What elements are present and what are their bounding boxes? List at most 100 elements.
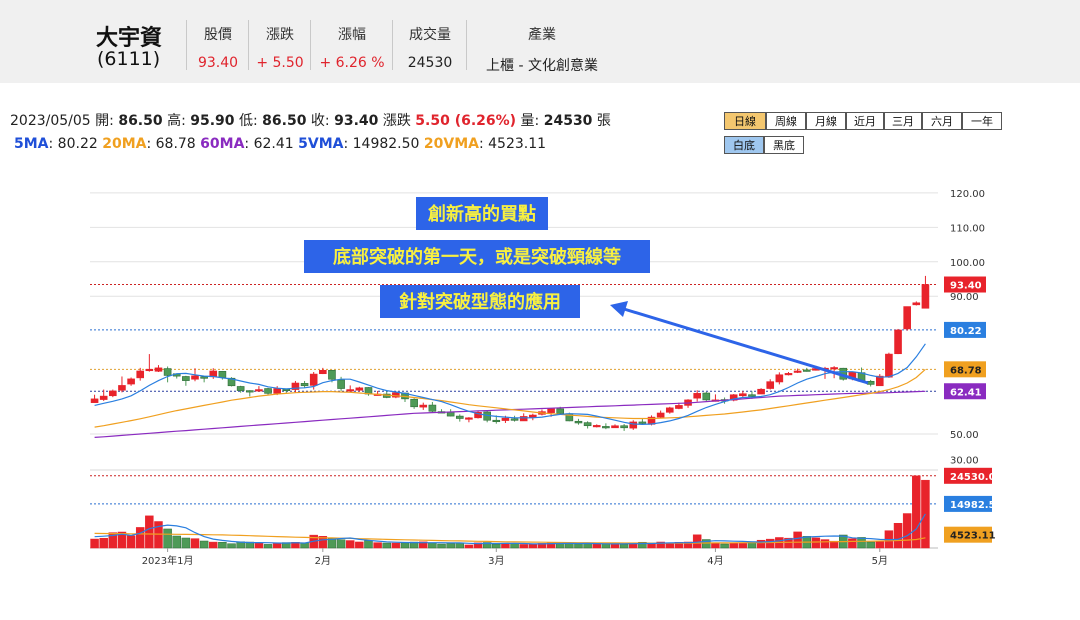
volume-bar: [135, 527, 145, 549]
candle-body: [109, 390, 117, 397]
candle-body: [903, 306, 911, 330]
volume-bar: [209, 541, 218, 549]
volume-bar: [875, 541, 885, 549]
annotations: 創新高的買點 底部突破的第一天，或是突破頸線等 針對突破型態的應用: [304, 197, 869, 385]
value-tag-text: 93.40: [950, 281, 982, 292]
candle-body: [885, 353, 893, 378]
volume-bar: [428, 542, 437, 549]
volume-bar: [145, 515, 154, 549]
candle-body: [255, 389, 263, 392]
candle-body: [830, 367, 838, 370]
volume-bar: [866, 541, 875, 549]
volume-bar: [254, 542, 264, 549]
volume-bar: [464, 544, 474, 549]
candle-body: [218, 371, 227, 378]
candle-body: [319, 369, 327, 375]
annotation-text-1: 創新高的買點: [427, 203, 536, 225]
volume-bar: [528, 544, 538, 549]
candle-body: [638, 421, 647, 424]
volume-bar: [455, 542, 465, 549]
volume-bar: [510, 543, 519, 549]
candle-body: [775, 374, 784, 383]
candle-body: [163, 368, 172, 376]
price-tick-label: 100.00: [950, 258, 985, 269]
candle-body: [355, 387, 364, 391]
x-tick-label: 3月: [488, 555, 504, 567]
volume-bar: [765, 538, 775, 549]
candle-body: [465, 417, 473, 420]
volume-bar: [391, 542, 401, 549]
volume-bar: [665, 542, 675, 549]
candle-body: [629, 421, 638, 429]
volume-bar: [355, 541, 364, 549]
x-tick-label: 2023年1月: [142, 554, 194, 567]
candle-body: [547, 408, 555, 413]
volume-bar: [912, 475, 921, 549]
volume-tick-label: 30.00: [950, 456, 979, 467]
value-tag-text: 62.41: [950, 387, 982, 398]
candle-body: [154, 367, 163, 372]
volume-bar: [99, 537, 108, 549]
candle-body: [665, 407, 674, 413]
candle-body: [419, 404, 428, 408]
candle-body: [90, 398, 99, 403]
volume-bar: [793, 531, 802, 549]
annotation-text-2: 底部突破的第一天，或是突破頸線等: [333, 246, 621, 268]
candle-body: [766, 381, 775, 389]
x-tick-label: 4月: [707, 555, 723, 567]
volume-bar: [902, 513, 912, 549]
candle-body: [757, 388, 765, 395]
volume-bar: [336, 539, 346, 549]
volume-bar: [345, 540, 355, 549]
candle-body: [136, 370, 145, 379]
volume-bar: [218, 541, 227, 549]
candlestick-chart: 120.00 110.00 100.00 90.00 50.00 30.00 2023年1月…: [90, 189, 1003, 567]
volume-bar: [90, 538, 99, 549]
price-tick-label: 110.00: [950, 223, 985, 234]
value-tag-text: 4523.11: [950, 531, 996, 542]
value-tags: 93.40 80.22 68.78 62.41 24530.00 14982.50 4523…: [944, 276, 1003, 543]
volume-bar: [729, 543, 738, 549]
volume-bar: [720, 543, 729, 549]
candle-body: [236, 386, 245, 391]
candle-body: [702, 392, 711, 401]
volume-bar: [738, 543, 748, 549]
candle-body: [118, 385, 126, 391]
x-tick-label: 2月: [315, 555, 331, 567]
candle-body: [592, 425, 601, 428]
candle-body: [455, 415, 464, 419]
volume-bar: [610, 543, 620, 549]
candle-body: [793, 370, 802, 373]
volume-bar: [574, 543, 583, 549]
candle-body: [145, 368, 154, 372]
volume-bar: [820, 539, 830, 549]
volume-bar: [893, 522, 903, 549]
candle-body: [99, 395, 108, 400]
candle-body: [921, 284, 930, 309]
volume-bar: [364, 540, 373, 549]
value-tag-text: 68.78: [950, 365, 982, 376]
volume-bar: [583, 543, 592, 549]
candle-body: [519, 416, 528, 422]
candle-body: [200, 376, 208, 379]
volume-bar: [848, 538, 857, 549]
volume-bar: [857, 537, 866, 549]
candle-body: [492, 419, 501, 423]
ma5-line: [94, 343, 926, 426]
candle-body: [501, 417, 510, 421]
volume-bar: [811, 537, 821, 549]
volume-bar: [126, 535, 136, 549]
candle-body: [602, 426, 610, 429]
candle-body: [620, 425, 628, 429]
candle-body: [583, 422, 592, 427]
volume-bar: [400, 542, 410, 549]
candle-body: [337, 379, 345, 389]
candle-body: [191, 375, 199, 380]
volume-bar: [373, 542, 382, 549]
candle-body: [693, 393, 701, 399]
price-tick-label: 120.00: [950, 189, 985, 200]
volume-bar: [446, 543, 455, 549]
price-tick-label: 50.00: [950, 430, 979, 441]
volume-bar: [263, 544, 273, 549]
volume-bar: [272, 543, 282, 549]
